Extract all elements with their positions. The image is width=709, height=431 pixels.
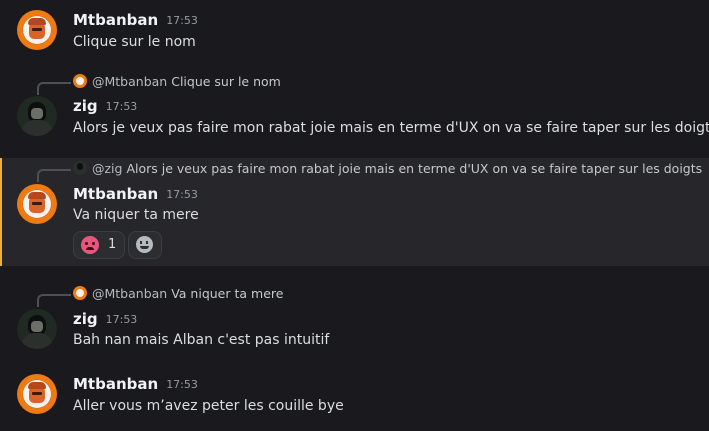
username-text[interactable]: Mtbanban — [73, 185, 158, 203]
avatar[interactable] — [17, 309, 57, 349]
message-text: Alors je veux pas faire mon rabat joie m… — [73, 120, 709, 136]
timestamp: 17:53 — [166, 188, 198, 201]
reply-line — [37, 169, 71, 182]
message-text: Aller vous m’avez peter les couille bye — [73, 398, 344, 414]
message-text: Bah nan mais Alban c'est pas intuitif — [73, 332, 330, 348]
reply-author[interactable]: @zig — [92, 161, 122, 176]
avatar[interactable] — [17, 184, 57, 224]
username-text[interactable]: zig — [73, 97, 98, 115]
reply-text[interactable]: Va niquer ta mere — [171, 286, 283, 301]
timestamp: 17:53 — [166, 378, 198, 391]
angry-face-icon — [81, 236, 99, 254]
reply-author[interactable]: @Mtbanban — [92, 74, 167, 89]
reply-text[interactable]: Alors je veux pas faire mon rabat joie m… — [126, 161, 702, 176]
add-reaction-button[interactable] — [128, 231, 162, 259]
reply-preview[interactable]: @zig Alors je veux pas faire mon rabat j… — [73, 161, 702, 176]
timestamp: 17:53 — [105, 313, 138, 326]
message-text: Va niquer ta mere — [73, 207, 199, 223]
username[interactable]: Mtbanban 17:53 — [73, 185, 198, 203]
reaction-count: 1 — [108, 237, 117, 252]
username[interactable]: zig 17:53 — [73, 310, 137, 328]
timestamp: 17:53 — [166, 14, 198, 27]
reaction-button[interactable]: 1 — [73, 231, 125, 259]
add-reaction-icon — [136, 236, 153, 253]
reply-text[interactable]: Clique sur le nom — [171, 74, 281, 89]
message-text: Clique sur le nom — [73, 34, 196, 50]
reply-avatar — [73, 286, 87, 300]
username[interactable]: zig 17:53 — [73, 97, 137, 115]
reply-avatar — [73, 74, 87, 88]
username[interactable]: Mtbanban 17:53 — [73, 375, 198, 393]
timestamp: 17:53 — [105, 100, 138, 113]
reply-preview[interactable]: @Mtbanban Clique sur le nom — [73, 74, 281, 89]
reply-line — [37, 82, 71, 95]
username-text[interactable]: Mtbanban — [73, 375, 158, 393]
username[interactable]: Mtbanban 17:53 — [73, 11, 198, 29]
reply-author[interactable]: @Mtbanban — [92, 286, 167, 301]
reply-line — [37, 294, 71, 307]
username-text[interactable]: Mtbanban — [73, 11, 158, 29]
avatar[interactable] — [17, 374, 57, 414]
username-text[interactable]: zig — [73, 310, 98, 328]
reactions-bar: 1 — [73, 231, 162, 259]
avatar[interactable] — [17, 10, 57, 50]
reply-preview[interactable]: @Mtbanban Va niquer ta mere — [73, 286, 283, 301]
reply-avatar — [73, 161, 87, 175]
avatar[interactable] — [17, 96, 57, 136]
